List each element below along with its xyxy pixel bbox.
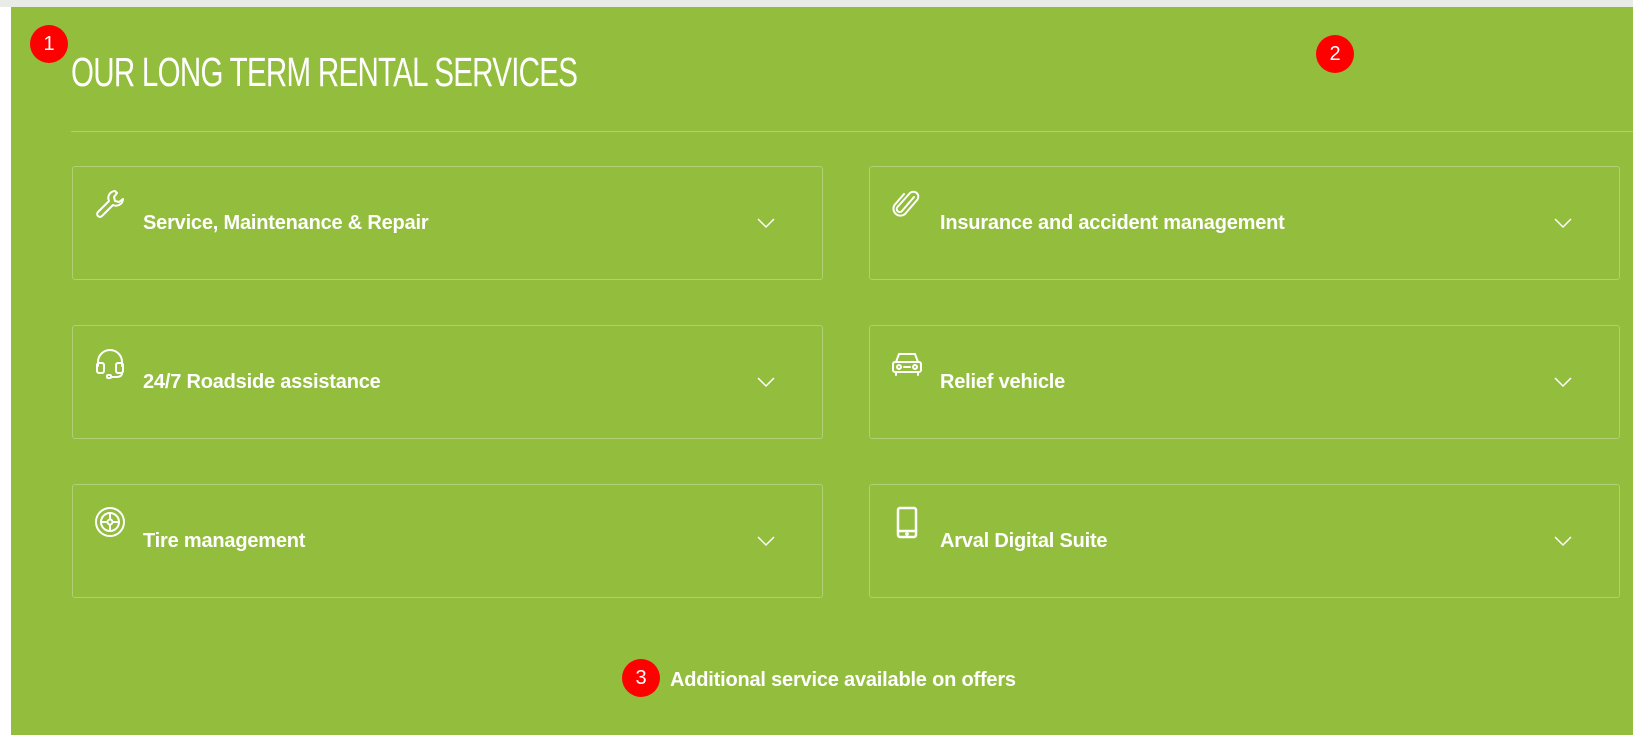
annotation-marker-1: 1 — [30, 25, 68, 63]
tire-icon — [93, 505, 127, 539]
service-label: Relief vehicle — [940, 371, 1066, 393]
chevron-down-icon[interactable] — [756, 533, 776, 549]
service-card-roadside[interactable]: 24/7 Roadside assistance — [72, 325, 823, 439]
chevron-down-icon[interactable] — [1553, 533, 1573, 549]
service-label: Tire management — [143, 530, 306, 552]
service-label: Arval Digital Suite — [940, 530, 1108, 552]
smartphone-icon — [890, 505, 924, 539]
service-label: Insurance and accident management — [940, 212, 1285, 234]
title-divider — [71, 131, 1633, 132]
service-card-tire[interactable]: Tire management — [72, 484, 823, 598]
service-card-insurance[interactable]: Insurance and accident management — [869, 166, 1620, 280]
service-label: Service, Maintenance & Repair — [143, 212, 429, 234]
service-card-relief-vehicle[interactable]: Relief vehicle — [869, 325, 1620, 439]
headset-icon — [93, 346, 127, 380]
left-gutter — [0, 7, 11, 735]
chevron-down-icon[interactable] — [1553, 215, 1573, 231]
top-border — [0, 0, 1633, 7]
chevron-down-icon[interactable] — [756, 215, 776, 231]
annotation-marker-2: 2 — [1316, 35, 1354, 73]
service-card-digital-suite[interactable]: Arval Digital Suite — [869, 484, 1620, 598]
wrench-icon — [93, 187, 127, 221]
paperclip-icon — [890, 187, 924, 221]
service-label: 24/7 Roadside assistance — [143, 371, 381, 393]
car-icon — [890, 346, 924, 380]
chevron-down-icon[interactable] — [756, 374, 776, 390]
additional-service-note: Additional service available on offers — [670, 669, 1016, 691]
section-title: OUR LONG TERM RENTAL SERVICES — [71, 49, 578, 95]
service-card-maintenance[interactable]: Service, Maintenance & Repair — [72, 166, 823, 280]
chevron-down-icon[interactable] — [1553, 374, 1573, 390]
annotation-marker-3: 3 — [622, 659, 660, 697]
